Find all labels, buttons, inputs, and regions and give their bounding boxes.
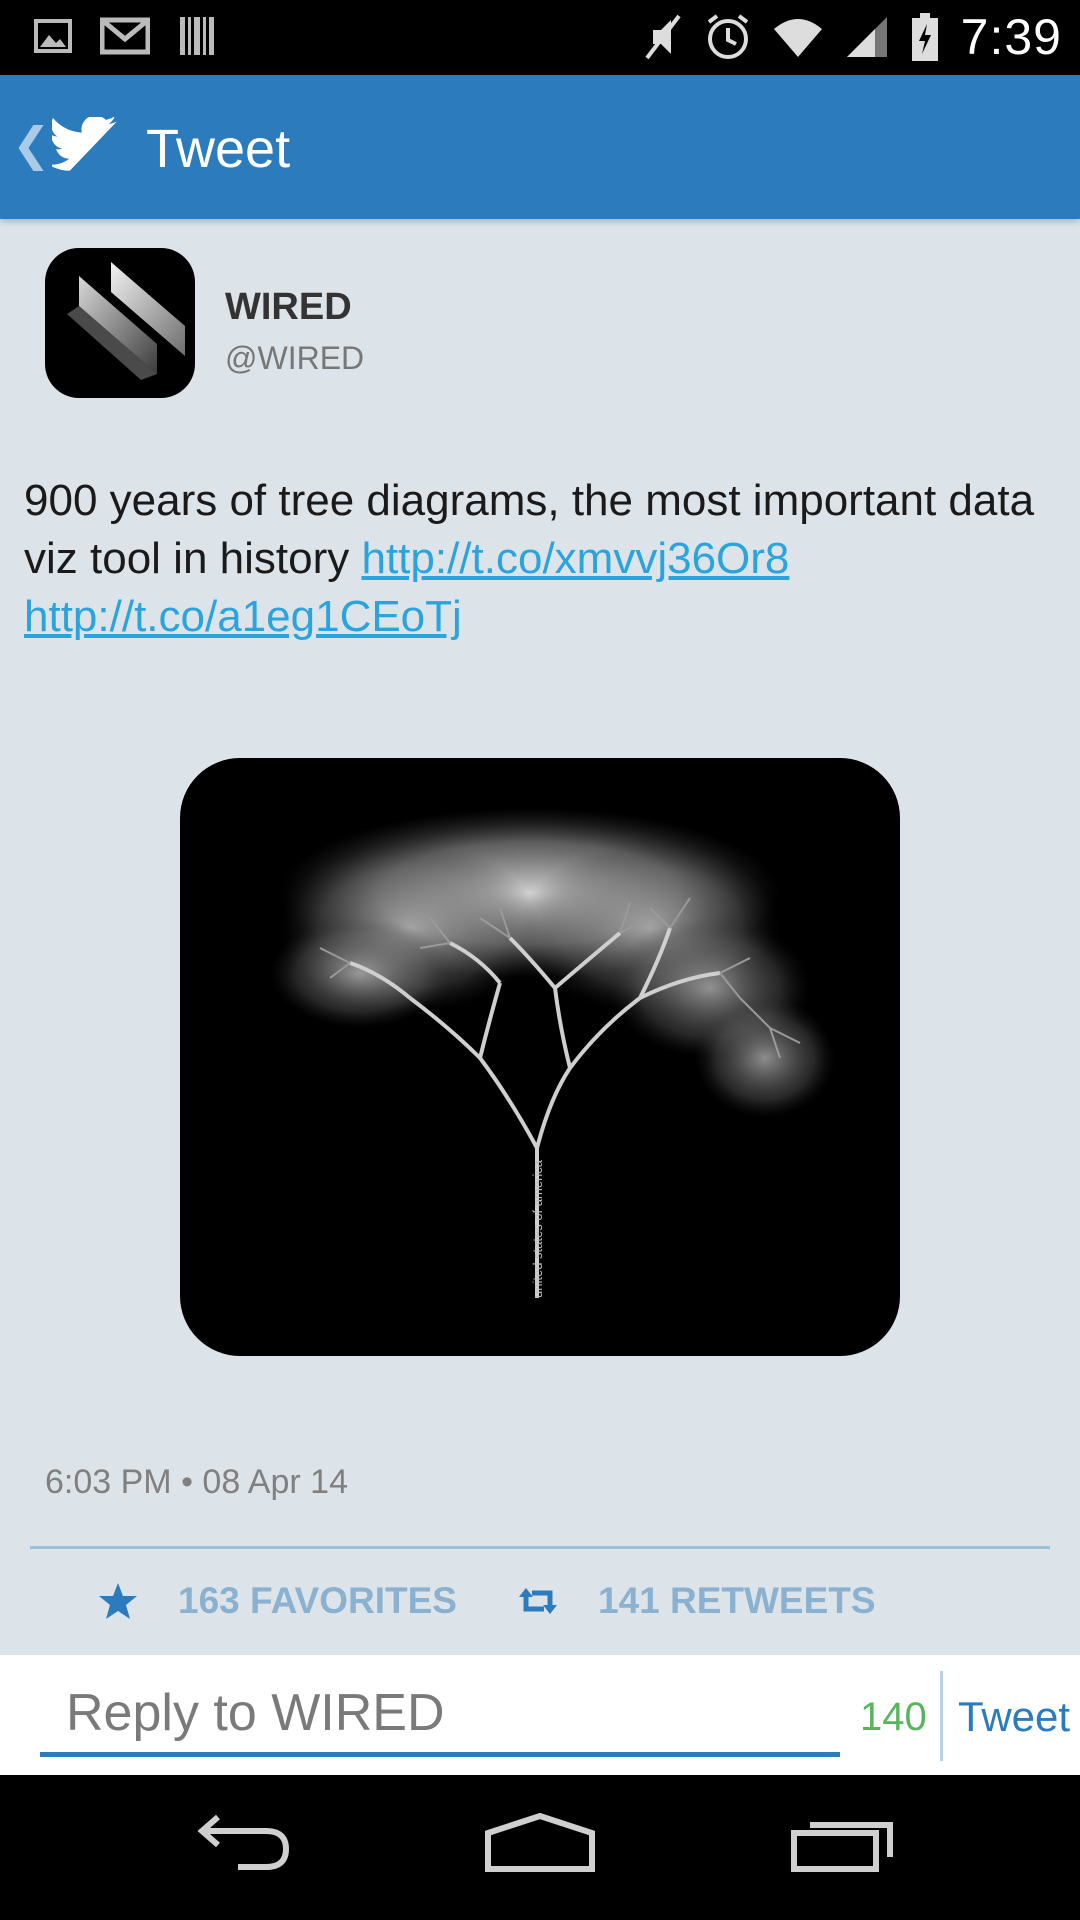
twitter-bird-icon[interactable] <box>52 117 118 173</box>
star-icon <box>99 1583 137 1619</box>
retweet-icon <box>519 1588 557 1614</box>
author-name[interactable]: WIRED <box>225 286 352 329</box>
action-bar: ❮ Tweet <box>0 75 1080 219</box>
page-title: Tweet <box>146 119 291 179</box>
tweet-stats: 163 FAVORITES 141 RETWEETS <box>0 1580 1080 1636</box>
favorites-stat[interactable]: 163 FAVORITES <box>98 1580 457 1622</box>
status-bar: 7:39 <box>0 0 1080 75</box>
tree-diagram-image: united states of america <box>270 808 835 1298</box>
navigation-bar <box>0 1775 1080 1920</box>
recent-apps-icon[interactable] <box>790 1813 898 1873</box>
reply-bar: 140 Tweet <box>0 1655 1080 1775</box>
favorites-count: 163 FAVORITES <box>178 1580 457 1621</box>
tweet-link-1[interactable]: http://t.co/xmvvj36Or8 <box>361 534 789 583</box>
divider <box>30 1546 1050 1549</box>
battery-charging-icon <box>911 13 938 61</box>
alarm-icon <box>707 14 748 59</box>
back-icon[interactable] <box>188 1813 292 1873</box>
timestamp: 6:03 PM • 08 Apr 14 <box>45 1463 348 1501</box>
mute-icon <box>645 14 681 60</box>
char-count: 140 <box>860 1695 927 1739</box>
back-chevron-icon[interactable]: ❮ <box>12 121 51 167</box>
tweet-media-image[interactable]: united states of america <box>180 758 900 1356</box>
tweet-text: 900 years of tree diagrams, the most imp… <box>24 472 1054 646</box>
retweets-stat[interactable]: 141 RETWEETS <box>518 1580 876 1622</box>
tweet-button[interactable]: Tweet <box>958 1693 1070 1741</box>
retweets-count: 141 RETWEETS <box>598 1580 876 1621</box>
reply-input[interactable] <box>40 1673 840 1757</box>
author-handle[interactable]: @WIRED <box>225 340 364 377</box>
wifi-icon <box>773 19 822 57</box>
avatar[interactable] <box>45 248 195 398</box>
barcode-icon <box>180 17 214 55</box>
signal-icon <box>846 17 887 57</box>
tweet-link-2[interactable]: http://t.co/a1eg1CEoTj <box>24 592 462 641</box>
image-caption: united states of america <box>530 1159 545 1298</box>
home-icon[interactable] <box>484 1813 596 1873</box>
gmail-icon <box>100 17 150 55</box>
reply-separator <box>940 1671 943 1761</box>
status-time: 7:39 <box>960 9 1062 65</box>
image-notification-icon <box>34 19 72 53</box>
